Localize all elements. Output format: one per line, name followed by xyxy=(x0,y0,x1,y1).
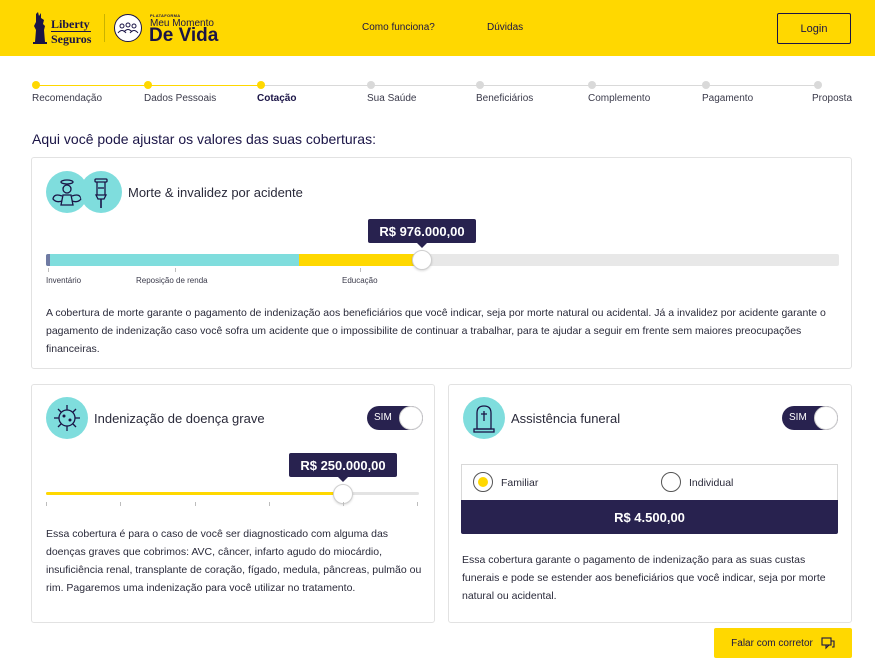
falar-com-corretor-button[interactable]: Falar com corretor xyxy=(714,628,852,658)
funeral-toggle-knob xyxy=(814,406,838,430)
brand-line2: De Vida xyxy=(149,25,219,46)
morte-tick-label-renda: Reposição de renda xyxy=(136,276,208,285)
header: Liberty Seguros PLATAFORMA Meu Momento D… xyxy=(0,0,875,56)
radio-familiar[interactable] xyxy=(473,472,493,492)
funeral-price: R$ 4.500,00 xyxy=(461,500,838,534)
doenca-toggle[interactable]: SIM xyxy=(367,406,423,430)
step-cotacao[interactable]: Cotação xyxy=(257,93,296,104)
doenca-tick-5 xyxy=(343,502,344,506)
doenca-tick-2 xyxy=(120,502,121,506)
doenca-toggle-label: SIM xyxy=(374,412,392,423)
statue-of-liberty-icon xyxy=(33,12,47,44)
morte-value-tooltip: R$ 976.000,00 xyxy=(368,219,476,248)
step-dot-beneficiarios xyxy=(476,81,484,89)
funeral-toggle[interactable]: SIM xyxy=(782,406,838,430)
funeral-title: Assistência funeral xyxy=(511,411,621,426)
radio-individual-label[interactable]: Individual xyxy=(689,477,733,489)
chat-icon xyxy=(821,636,835,649)
morte-slider-thumb[interactable] xyxy=(412,250,432,270)
doenca-title: Indenização de doença grave xyxy=(94,411,265,426)
radio-individual[interactable] xyxy=(661,472,681,492)
funeral-description: Essa cobertura garante o pagamento de in… xyxy=(462,554,826,602)
radio-familiar-label[interactable]: Familiar xyxy=(501,477,538,489)
radio-familiar-selected-dot xyxy=(478,477,488,487)
step-sua-saude: Sua Saúde xyxy=(367,93,417,104)
morte-tick-inventario xyxy=(48,268,49,272)
brand-divider xyxy=(104,14,105,42)
morte-tick-educacao xyxy=(360,268,361,272)
step-dot-cotacao xyxy=(257,81,265,89)
doenca-tick-3 xyxy=(195,502,196,506)
morte-description: A cobertura de morte garante o pagamento… xyxy=(46,307,826,355)
doenca-value-tooltip: R$ 250.000,00 xyxy=(289,453,397,482)
nav-como-funciona[interactable]: Como funciona? xyxy=(362,22,435,33)
step-pagamento: Pagamento xyxy=(702,93,754,104)
people-icon xyxy=(114,14,142,42)
liberty-logo[interactable]: Liberty Seguros xyxy=(32,12,94,46)
doenca-tick-6 xyxy=(417,502,418,506)
seguros-wordmark: Seguros xyxy=(51,31,92,46)
step-proposta: Proposta xyxy=(812,93,853,104)
step-dot-dados-pessoais xyxy=(144,81,152,89)
doenca-description: Essa cobertura é para o caso de você ser… xyxy=(46,528,422,594)
morte-tick-label-inventario: Inventário xyxy=(46,276,82,285)
step-dot-pagamento xyxy=(702,81,710,89)
morte-tick-renda xyxy=(175,268,176,272)
morte-slider-segment-renda xyxy=(46,254,299,266)
liberty-wordmark: Liberty xyxy=(51,17,90,31)
virus-icon xyxy=(46,397,88,439)
tombstone-icon xyxy=(463,397,505,439)
step-dados-pessoais[interactable]: Dados Pessoais xyxy=(144,93,216,104)
doenca-toggle-knob xyxy=(399,406,423,430)
step-complemento: Complemento xyxy=(588,93,651,104)
step-dot-complemento xyxy=(588,81,596,89)
stepper-line-pending xyxy=(262,85,818,86)
doenca-tick-4 xyxy=(269,502,270,506)
nav-duvidas[interactable]: Dúvidas xyxy=(487,22,523,33)
step-dot-proposta xyxy=(814,81,822,89)
doenca-slider-fill xyxy=(46,492,343,495)
falar-com-corretor-label: Falar com corretor xyxy=(731,637,813,649)
doenca-tick-1 xyxy=(46,502,47,506)
login-button[interactable]: Login xyxy=(777,13,851,44)
step-beneficiarios: Beneficiários xyxy=(476,93,534,104)
step-dot-sua-saude xyxy=(367,81,375,89)
morte-title: Morte & invalidez por acidente xyxy=(128,185,303,200)
step-recomendacao[interactable]: Recomendação xyxy=(32,93,102,104)
page-title: Aqui você pode ajustar os valores das su… xyxy=(32,131,376,147)
doenca-slider-thumb[interactable] xyxy=(333,484,353,504)
progress-stepper: Recomendação Dados Pessoais Cotação Sua … xyxy=(0,78,875,108)
crutch-icon xyxy=(80,171,122,213)
morte-slider-segment-educacao xyxy=(299,254,422,266)
morte-slider-segment-inventario xyxy=(46,254,50,266)
morte-tick-label-educacao: Educação xyxy=(342,276,378,285)
step-dot-recomendacao xyxy=(32,81,40,89)
funeral-toggle-label: SIM xyxy=(789,412,807,423)
